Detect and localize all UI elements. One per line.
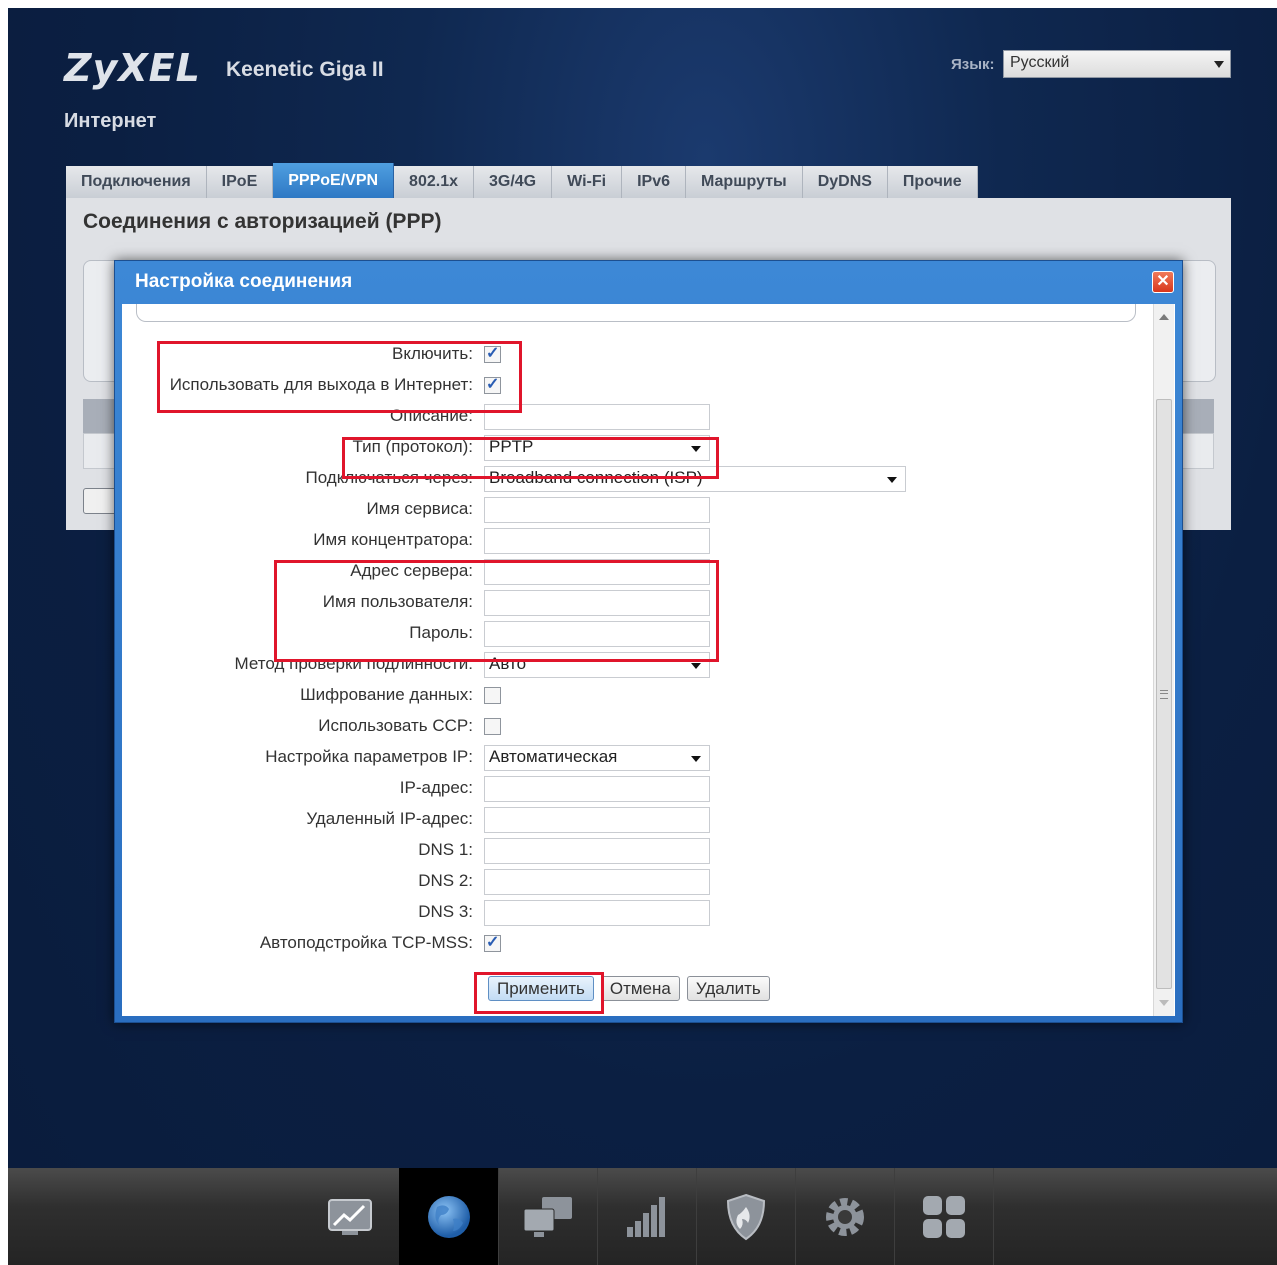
globe-icon (427, 1195, 470, 1238)
remote-ip-label: Удаленный IP-адрес: (306, 809, 473, 828)
encryption-checkbox[interactable] (484, 687, 501, 704)
row-ip-address: IP-адрес: (122, 772, 1142, 803)
chevron-down-icon (1214, 61, 1224, 68)
row-use-ccp: Использовать CCP: (122, 710, 1142, 741)
row-encryption: Шифрование данных: (122, 679, 1142, 710)
highlight-protocol-box (342, 437, 719, 479)
content-title: Соединения с авторизацией (PPP) (83, 210, 442, 233)
tab-pppoe-vpn[interactable]: PPPoE/VPN (273, 163, 395, 198)
tab-dydns[interactable]: DyDNS (802, 166, 888, 198)
brand-logo: ZyXEL (64, 46, 201, 90)
row-ip-settings: Настройка параметров IP: Автоматическая (122, 741, 1142, 772)
remote-ip-input[interactable] (484, 807, 710, 833)
section-title: Интернет (64, 110, 157, 132)
tab-ipoe[interactable]: IPoE (206, 166, 274, 198)
apps-grid-icon (922, 1195, 965, 1238)
chevron-down-icon (887, 477, 897, 483)
tab-other[interactable]: Прочие (887, 166, 978, 198)
tcp-mss-checkbox[interactable] (484, 932, 501, 952)
service-name-input[interactable] (484, 497, 710, 523)
dialog-title: Настройка соединения (135, 271, 353, 292)
ip-address-label: IP-адрес: (399, 778, 473, 797)
scroll-down-icon[interactable] (1159, 1000, 1169, 1006)
tab-routes[interactable]: Маршруты (686, 166, 803, 198)
use-ccp-checkbox[interactable] (484, 718, 501, 735)
language-label: Язык: (951, 56, 995, 73)
chevron-down-icon (691, 663, 701, 669)
scroll-thumb[interactable] (1156, 399, 1172, 989)
dialog-scrollbar[interactable] (1153, 304, 1174, 1016)
tab-wifi[interactable]: Wi-Fi (552, 166, 623, 198)
concentrator-name-input[interactable] (484, 528, 710, 554)
row-concentrator-name: Имя концентратора: (122, 524, 1142, 555)
signal-bars-icon (626, 1196, 665, 1237)
nav-security[interactable] (696, 1168, 796, 1265)
dns3-label: DNS 3: (418, 902, 473, 921)
network-computers-icon (523, 1196, 572, 1237)
grip-icon (1160, 690, 1168, 699)
language-select[interactable]: Русский (1003, 50, 1231, 78)
gear-icon (825, 1197, 864, 1236)
nav-home-network[interactable] (498, 1168, 598, 1265)
nav-monitor[interactable] (300, 1168, 400, 1265)
tab-ipv6[interactable]: IPv6 (622, 166, 686, 198)
shield-icon (726, 1193, 765, 1240)
nav-wifi[interactable] (597, 1168, 697, 1265)
dns3-input[interactable] (484, 900, 710, 926)
row-tcp-mss: Автоподстройка TCP-MSS: (122, 927, 1142, 958)
language-value: Русский (1010, 54, 1070, 71)
tab-3g4g[interactable]: 3G/4G (473, 166, 553, 198)
dns2-input[interactable] (484, 869, 710, 895)
cancel-button[interactable]: Отмена (600, 976, 680, 1001)
highlight-credentials-box (274, 560, 719, 662)
connection-settings-dialog: Настройка соединения ✕ Включить: Использ… (114, 260, 1183, 1023)
use-ccp-label: Использовать CCP: (318, 716, 473, 735)
tab-bar: Подключения IPoE PPPoE/VPN 802.1x 3G/4G … (66, 163, 978, 198)
delete-button[interactable]: Удалить (686, 976, 770, 1001)
nav-internet[interactable] (399, 1168, 499, 1265)
dialog-body: Включить: Использовать для выхода в Инте… (122, 304, 1175, 1016)
router-web-ui: ZyXEL Keenetic Giga II Язык: Русский Инт… (8, 8, 1277, 1265)
ip-address-input[interactable] (484, 776, 710, 802)
ip-settings-label: Настройка параметров IP: (265, 747, 473, 766)
dns2-label: DNS 2: (418, 871, 473, 890)
dns1-label: DNS 1: (418, 840, 473, 859)
monitor-chart-icon (327, 1198, 372, 1235)
row-dns3: DNS 3: (122, 896, 1142, 927)
row-dns2: DNS 2: (122, 865, 1142, 896)
dns1-input[interactable] (484, 838, 710, 864)
tab-8021x[interactable]: 802.1x (394, 166, 474, 198)
encryption-label: Шифрование данных: (300, 685, 473, 704)
bottom-nav (8, 1168, 1277, 1265)
concentrator-name-label: Имя концентратора: (313, 530, 473, 549)
tcp-mss-label: Автоподстройка TCP-MSS: (259, 933, 473, 952)
chevron-down-icon (691, 756, 701, 762)
highlight-enable-box (157, 341, 522, 413)
row-dns1: DNS 1: (122, 834, 1142, 865)
service-name-label: Имя сервиса: (366, 499, 473, 518)
ip-settings-select[interactable]: Автоматическая (484, 745, 710, 771)
tab-connections[interactable]: Подключения (66, 166, 207, 198)
ip-settings-value: Автоматическая (489, 747, 618, 766)
row-service-name: Имя сервиса: (122, 493, 1142, 524)
row-remote-ip: Удаленный IP-адрес: (122, 803, 1142, 834)
close-icon[interactable]: ✕ (1152, 271, 1174, 293)
model-name: Keenetic Giga II (226, 58, 384, 81)
scroll-up-icon[interactable] (1159, 314, 1169, 320)
dialog-top-frame (136, 304, 1136, 322)
nav-apps[interactable] (894, 1168, 994, 1265)
highlight-apply-box (474, 972, 604, 1014)
nav-system[interactable] (795, 1168, 895, 1265)
